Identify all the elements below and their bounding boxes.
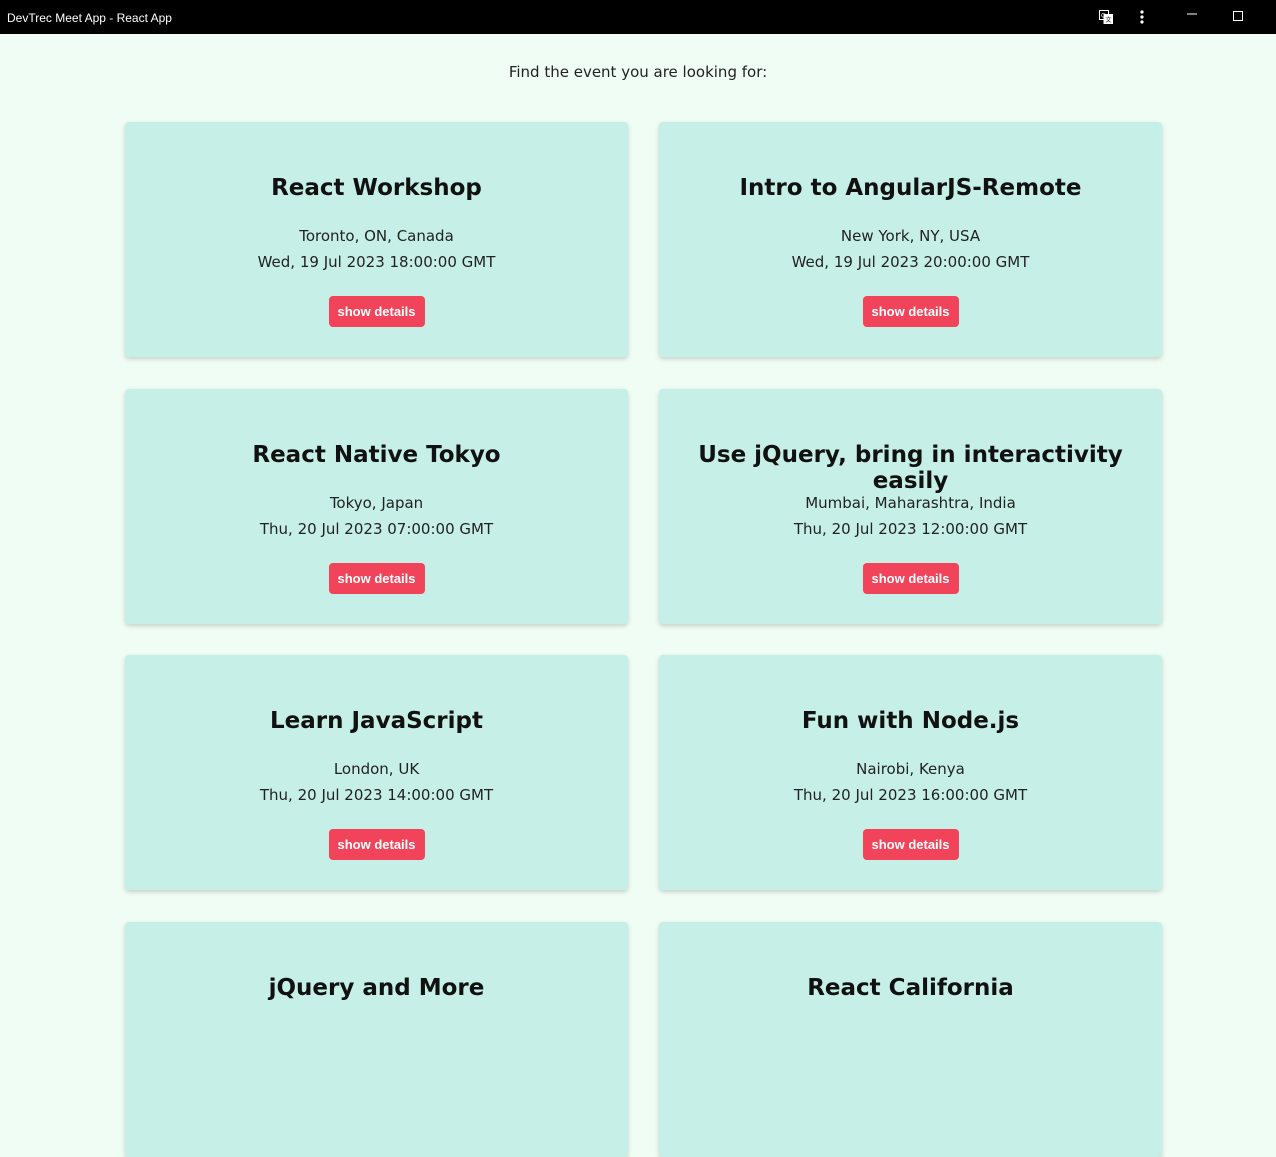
- event-card-use-jquery: Use jQuery, bring in interactivity easil…: [659, 389, 1162, 624]
- event-time: Thu, 20 Jul 2023 12:00:00 GMT: [793, 520, 1028, 538]
- event-card-react-native-tokyo: React Native Tokyo Tokyo, Japan Thu, 20 …: [125, 389, 628, 624]
- event-location: New York, NY, USA: [840, 227, 981, 245]
- event-location: London, UK: [333, 760, 420, 778]
- window-title: DevTrec Meet App - React App: [7, 11, 172, 25]
- event-title: Fun with Node.js: [801, 708, 1020, 734]
- event-title: React Workshop: [271, 175, 482, 201]
- show-details-button[interactable]: show details: [328, 296, 425, 327]
- event-card-learn-javascript: Learn JavaScript London, UK Thu, 20 Jul …: [125, 655, 628, 890]
- event-title: Use jQuery, bring in interactivity easil…: [698, 442, 1123, 494]
- maximize-icon[interactable]: [1224, 0, 1252, 34]
- event-card-fun-with-nodejs: Fun with Node.js Nairobi, Kenya Thu, 20 …: [659, 655, 1162, 890]
- search-prompt: Find the event you are looking for:: [508, 63, 768, 81]
- event-title: Intro to AngularJS-Remote: [739, 175, 1082, 201]
- event-time: Thu, 20 Jul 2023 07:00:00 GMT: [259, 520, 494, 538]
- event-location: Tokyo, Japan: [329, 494, 424, 512]
- svg-text:文: 文: [1106, 16, 1112, 24]
- event-time: Wed, 19 Jul 2023 20:00:00 GMT: [791, 253, 1030, 271]
- event-time: Thu, 20 Jul 2023 16:00:00 GMT: [793, 786, 1028, 804]
- event-card-react-workshop: React Workshop Toronto, ON, Canada Wed, …: [125, 122, 628, 357]
- event-location: Nairobi, Kenya: [856, 760, 965, 778]
- event-location: Toronto, ON, Canada: [299, 227, 454, 245]
- event-title: React California: [807, 975, 1014, 1001]
- event-time: Wed, 19 Jul 2023 18:00:00 GMT: [257, 253, 496, 271]
- event-location: Mumbai, Maharashtra, India: [805, 494, 1016, 512]
- show-details-button[interactable]: show details: [862, 296, 959, 327]
- show-details-button[interactable]: show details: [328, 563, 425, 594]
- show-details-button[interactable]: show details: [862, 829, 959, 860]
- window-titlebar: DevTrec Meet App - React App G 文: [0, 0, 1276, 34]
- event-card-jquery-and-more: jQuery and More: [125, 922, 628, 1157]
- event-time: Thu, 20 Jul 2023 14:00:00 GMT: [259, 786, 494, 804]
- show-details-button[interactable]: show details: [862, 563, 959, 594]
- event-card-react-california: React California: [659, 922, 1162, 1157]
- event-title: React Native Tokyo: [252, 442, 501, 468]
- translate-icon[interactable]: G 文: [1096, 0, 1116, 34]
- show-details-button[interactable]: show details: [328, 829, 425, 860]
- event-card-intro-to-angularjs: Intro to AngularJS-Remote New York, NY, …: [659, 122, 1162, 357]
- more-vertical-icon[interactable]: [1132, 0, 1152, 34]
- event-title: Learn JavaScript: [270, 708, 483, 734]
- minimize-icon[interactable]: [1178, 0, 1206, 34]
- event-title: jQuery and More: [268, 975, 485, 1001]
